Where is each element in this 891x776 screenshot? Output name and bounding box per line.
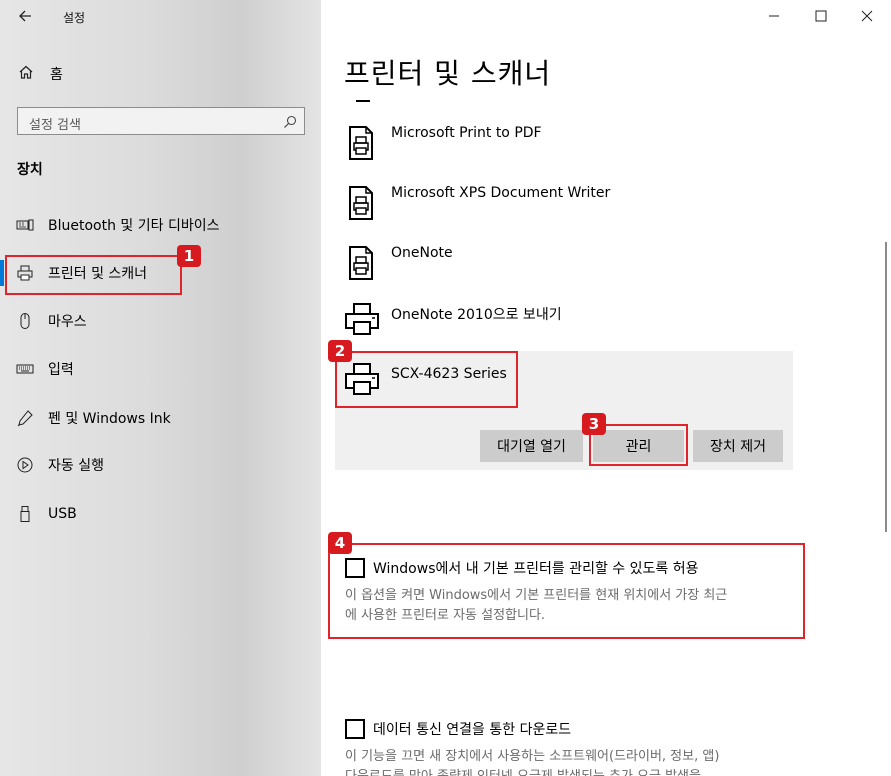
home-label: 홈 — [50, 67, 63, 83]
annotation-badge-3: 3 — [582, 413, 606, 435]
annotation-box-1 — [5, 255, 182, 295]
search-icon[interactable] — [283, 114, 297, 128]
pen-icon — [16, 409, 34, 427]
search-placeholder: 설정 검색 — [29, 118, 81, 133]
metered-download-checkbox[interactable] — [345, 719, 365, 739]
printer-name: Microsoft Print to PDF — [391, 125, 542, 141]
mouse-icon — [16, 312, 34, 330]
home-icon — [18, 64, 34, 84]
scrollbar[interactable] — [885, 242, 887, 532]
section-title: 장치 — [17, 162, 43, 178]
metered-download-description: 이 기능을 끄면 새 장치에서 사용하는 소프트웨어(드라이버, 정보, 앱) … — [345, 747, 795, 776]
annotation-badge-1: 1 — [177, 245, 201, 267]
sidebar-item-bluetooth[interactable]: Bluetooth 및 기타 디바이스 — [16, 213, 219, 237]
search-input[interactable]: 설정 검색 — [17, 107, 305, 135]
annotation-box-4 — [328, 543, 805, 639]
printer-name: OneNote 2010으로 보내기 — [391, 307, 562, 323]
sidebar-item-label: 입력 — [48, 362, 74, 378]
document-printer-icon — [344, 243, 380, 283]
app-title: 설정 — [63, 11, 86, 25]
sidebar-item-label: 자동 실행 — [48, 458, 104, 474]
annotation-badge-4: 4 — [328, 532, 352, 554]
sidebar: 설정 홈 설정 검색 장치 Bluetooth 및 기타 디바이스 프린터 및 … — [0, 0, 321, 776]
open-queue-button[interactable]: 대기열 열기 — [480, 430, 583, 462]
home-link[interactable]: 홈 — [18, 64, 63, 84]
sidebar-item-mouse[interactable]: 마우스 — [16, 309, 87, 333]
metered-download-label: 데이터 통신 연결을 통한 다운로드 — [373, 722, 572, 738]
description-line: 다운로드를 막아 종량제 인터넷 요금제 발생되는 추가 요금 발생을 — [345, 767, 795, 776]
sidebar-item-usb[interactable]: USB — [16, 502, 77, 526]
keyboard-icon — [16, 360, 34, 378]
printer-icon — [344, 302, 380, 342]
sidebar-item-pen[interactable]: 펜 및 Windows Ink — [16, 406, 171, 430]
description-line: 이 기능을 끄면 새 장치에서 사용하는 소프트웨어(드라이버, 정보, 앱) — [345, 749, 720, 764]
document-printer-icon — [344, 123, 380, 163]
sidebar-item-label: USB — [48, 506, 77, 522]
sidebar-item-label: Bluetooth 및 기타 디바이스 — [48, 218, 220, 234]
sidebar-item-input[interactable]: 입력 — [16, 357, 74, 381]
maximize-icon[interactable] — [811, 6, 831, 26]
printer-name: Microsoft XPS Document Writer — [391, 185, 611, 201]
usb-icon — [16, 505, 34, 523]
scroll-fragment — [356, 100, 370, 102]
annotation-badge-2: 2 — [328, 340, 352, 362]
printer-name: OneNote — [391, 245, 453, 261]
bluetooth-devices-icon — [16, 216, 34, 234]
sidebar-item-label: 마우스 — [48, 314, 87, 330]
back-arrow-icon[interactable] — [16, 6, 36, 26]
autoplay-icon — [16, 456, 34, 474]
document-printer-icon — [344, 183, 380, 223]
sidebar-item-autoplay[interactable]: 자동 실행 — [16, 453, 104, 477]
page-title: 프린터 및 스캐너 — [344, 57, 552, 90]
annotation-box-2 — [335, 351, 518, 408]
sidebar-item-label: 펜 및 Windows Ink — [48, 411, 171, 427]
selected-indicator — [0, 260, 4, 286]
close-icon[interactable] — [857, 6, 877, 26]
minimize-icon[interactable] — [764, 6, 784, 26]
remove-device-button[interactable]: 장치 제거 — [693, 430, 783, 462]
